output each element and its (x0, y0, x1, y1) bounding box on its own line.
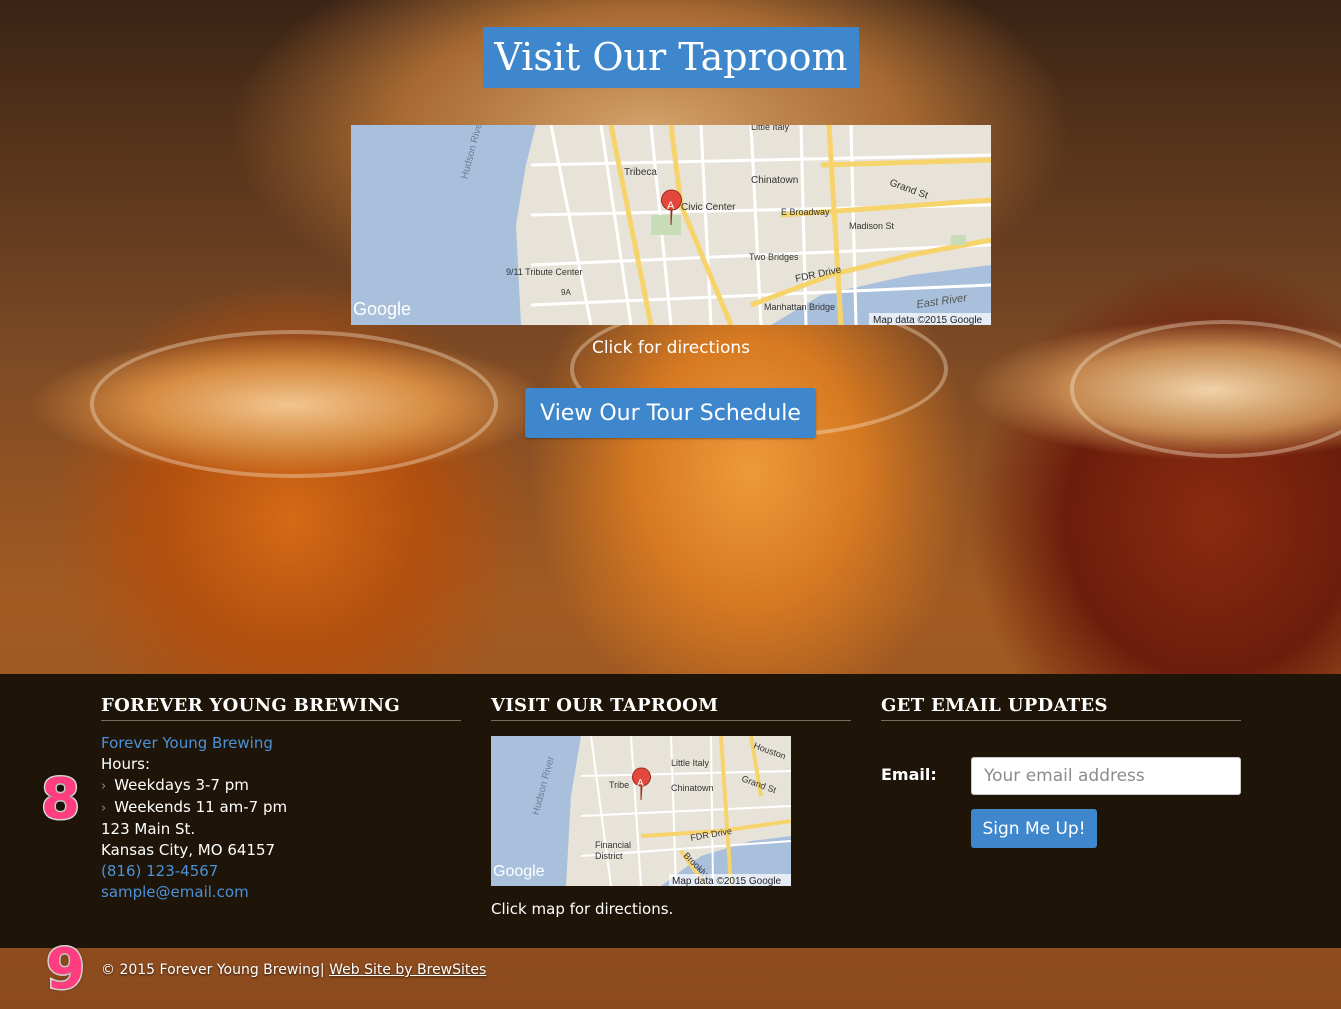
taproom-map[interactable]: A Hudson River Tribeca Civic Center Chin… (351, 125, 991, 325)
footer-brewery-info: FOREVER YOUNG BREWING Forever Young Brew… (101, 695, 461, 903)
map-graphic: A Hudson River Tribeca Civic Center Chin… (351, 125, 991, 325)
svg-text:Two Bridges: Two Bridges (749, 252, 799, 262)
phone-link[interactable]: (816) 123-4567 (101, 861, 461, 882)
svg-text:Tribeca: Tribeca (624, 167, 657, 178)
footer-heading-brewery: FOREVER YOUNG BREWING (101, 695, 461, 721)
address-line1: 123 Main St. (101, 820, 196, 838)
svg-text:Chinatown: Chinatown (751, 175, 798, 186)
svg-text:9A: 9A (561, 288, 571, 297)
email-label: Email: (881, 765, 937, 784)
svg-text:Little Italy: Little Italy (671, 758, 710, 768)
footer-map-caption: Click map for directions. (491, 900, 674, 918)
page-title: Visit Our Taproom (483, 27, 859, 88)
svg-text:Civic Center: Civic Center (681, 202, 736, 213)
footer-email-signup: GET EMAIL UPDATES Email: Sign Me Up! (881, 695, 1241, 848)
hours-weekdays: › Weekdays 3-7 pm (101, 775, 461, 797)
svg-text:Manhattan Bridge: Manhattan Bridge (764, 302, 835, 312)
svg-text:Map data ©2015 Google: Map data ©2015 Google (873, 315, 983, 325)
footer-heading-email: GET EMAIL UPDATES (881, 695, 1241, 721)
svg-text:Tribe: Tribe (609, 780, 629, 790)
svg-text:Map data ©2015 Google: Map data ©2015 Google (672, 876, 782, 886)
chevron-right-icon: › (101, 779, 107, 794)
copyright-bar: © 2015 Forever Young Brewing| Web Site b… (101, 962, 486, 978)
sign-me-up-button[interactable]: Sign Me Up! (971, 809, 1097, 848)
svg-text:Financial: Financial (595, 840, 631, 850)
footer-map-graphic: A Hudson River Tribe Little Italy Chinat… (491, 736, 791, 886)
chevron-right-icon: › (101, 801, 107, 816)
svg-text:A: A (667, 200, 675, 212)
svg-text:9/11 Tribute Center: 9/11 Tribute Center (506, 267, 582, 277)
brewery-details: Forever Young Brewing Hours: › Weekdays 3… (101, 733, 461, 903)
brewery-link[interactable]: Forever Young Brewing (101, 733, 461, 754)
footer-taproom-map[interactable]: A Hudson River Tribe Little Italy Chinat… (491, 736, 791, 886)
hours-weekends: › Weekends 11 am-7 pm (101, 797, 461, 819)
footer-heading-taproom: VISIT OUR TAPROOM (491, 695, 851, 721)
svg-text:Chinatown: Chinatown (671, 783, 714, 793)
footer-taproom: VISIT OUR TAPROOM (491, 695, 851, 721)
map-caption[interactable]: Click for directions (351, 338, 991, 358)
svg-text:E Broadway: E Broadway (781, 207, 830, 217)
address-line2: Kansas City, MO 64157 (101, 841, 276, 859)
hours-label: Hours: (101, 755, 150, 773)
svg-text:A: A (637, 778, 644, 789)
hours-weekends-text: Weekends 11 am-7 pm (114, 798, 288, 816)
view-tour-schedule-button[interactable]: View Our Tour Schedule (525, 388, 816, 438)
email-input[interactable] (971, 757, 1241, 795)
email-link[interactable]: sample@email.com (101, 882, 461, 903)
step-badge-9: 9 (45, 937, 87, 1002)
hours-weekdays-text: Weekdays 3-7 pm (114, 776, 249, 794)
copyright-text: © 2015 Forever Young Brewing| (101, 962, 325, 978)
svg-text:Little Italy: Little Italy (751, 125, 790, 132)
svg-text:Madison St: Madison St (849, 221, 895, 231)
step-badge-8: 8 (40, 767, 82, 832)
svg-text:Google: Google (493, 863, 545, 880)
brewsites-link[interactable]: Web Site by BrewSites (329, 962, 486, 978)
svg-text:District: District (595, 851, 623, 861)
svg-text:Google: Google (353, 299, 411, 319)
